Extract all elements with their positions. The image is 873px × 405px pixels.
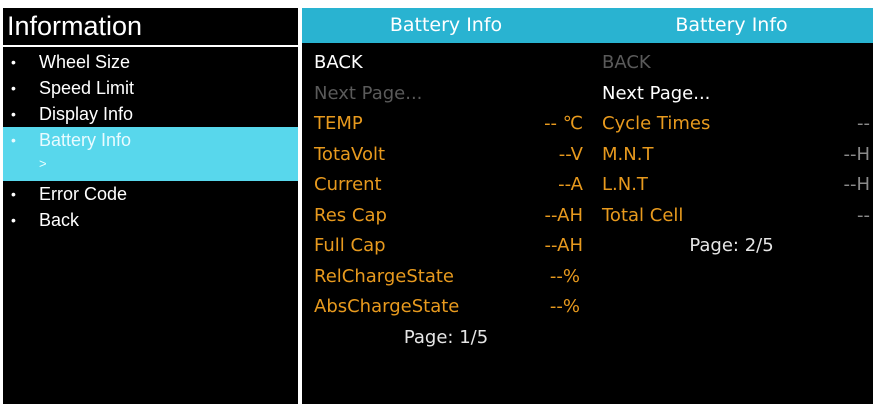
bullet-icon: • bbox=[11, 186, 16, 202]
back-label: BACK bbox=[602, 52, 651, 73]
information-menu: • Wheel Size • Speed Limit • Display Inf… bbox=[3, 49, 298, 233]
info-value: --H bbox=[843, 174, 870, 195]
page-header: Battery Info bbox=[590, 8, 873, 43]
info-label: L.N.T bbox=[602, 174, 648, 195]
info-row-temp: TEMP -- ℃ bbox=[302, 109, 590, 140]
battery-rows: BACK Next Page... Cycle Times -- M.N.T -… bbox=[590, 43, 873, 261]
info-row-mnt: M.N.T --H bbox=[590, 140, 873, 171]
bullet-icon: • bbox=[11, 212, 16, 228]
battery-rows: BACK Next Page... TEMP -- ℃ TotaVolt --V… bbox=[302, 43, 590, 353]
next-page-label: Next Page... bbox=[602, 82, 711, 104]
menu-item-speed-limit[interactable]: • Speed Limit bbox=[3, 75, 298, 101]
menu-item-battery-info[interactable]: • Battery Info > bbox=[3, 127, 298, 181]
menu-item-label: Back bbox=[39, 210, 80, 230]
info-label: TEMP bbox=[314, 113, 363, 134]
bullet-icon: • bbox=[11, 80, 16, 96]
info-row-abschargestate: AbsChargeState --% bbox=[302, 292, 590, 323]
bullet-icon: • bbox=[11, 132, 16, 148]
information-title: Information bbox=[3, 8, 298, 47]
bullet-icon: • bbox=[11, 54, 16, 70]
info-label: Full Cap bbox=[314, 235, 386, 256]
info-value: --% bbox=[549, 296, 580, 317]
info-value: --% bbox=[549, 265, 580, 287]
page-header: Battery Info bbox=[302, 8, 590, 43]
info-label: M.N.T bbox=[602, 143, 654, 165]
menu-item-error-code[interactable]: • Error Code bbox=[3, 181, 298, 207]
info-row-res-cap: Res Cap --AH bbox=[302, 201, 590, 232]
menu-item-display-info[interactable]: • Display Info bbox=[3, 101, 298, 127]
back-button[interactable]: BACK bbox=[590, 48, 873, 79]
chevron-right-icon: > bbox=[39, 156, 47, 171]
page-indicator: Page: 2/5 bbox=[689, 235, 774, 256]
menu-item-back[interactable]: • Back bbox=[3, 207, 298, 233]
info-label: Current bbox=[314, 174, 382, 195]
info-row-total-cell: Total Cell -- bbox=[590, 201, 873, 232]
info-label: AbsChargeState bbox=[314, 296, 460, 317]
info-value: -- bbox=[857, 204, 870, 226]
info-row-full-cap: Full Cap --AH bbox=[302, 231, 590, 262]
info-value: --V bbox=[558, 143, 583, 165]
next-page-button[interactable]: Next Page... bbox=[302, 79, 590, 110]
information-panel: Information • Wheel Size • Speed Limit •… bbox=[3, 8, 298, 404]
back-button[interactable]: BACK bbox=[302, 48, 590, 79]
next-page-button[interactable]: Next Page... bbox=[590, 79, 873, 110]
menu-item-label: Wheel Size bbox=[39, 52, 131, 72]
bullet-icon: • bbox=[11, 106, 16, 122]
menu-item-wheel-size[interactable]: • Wheel Size bbox=[3, 49, 298, 75]
info-label: Cycle Times bbox=[602, 113, 711, 134]
info-value: --A bbox=[558, 174, 583, 195]
info-value: -- ℃ bbox=[544, 113, 583, 134]
info-row-lnt: L.N.T --H bbox=[590, 170, 873, 201]
menu-item-label: Display Info bbox=[39, 104, 134, 124]
info-label: RelChargeState bbox=[314, 265, 455, 287]
info-label: Res Cap bbox=[314, 204, 387, 226]
menu-item-label: Error Code bbox=[39, 184, 128, 204]
back-label: BACK bbox=[314, 52, 363, 73]
info-label: TotaVolt bbox=[314, 143, 386, 165]
page-indicator: Page: 1/5 bbox=[403, 326, 489, 348]
next-page-label: Next Page... bbox=[314, 82, 423, 104]
info-row-totavolt: TotaVolt --V bbox=[302, 140, 590, 171]
battery-info-page-1: Battery Info BACK Next Page... TEMP -- ℃… bbox=[302, 8, 590, 404]
info-row-current: Current --A bbox=[302, 170, 590, 201]
info-value: --AH bbox=[544, 235, 583, 256]
battery-info-page-2: Battery Info BACK Next Page... Cycle Tim… bbox=[590, 8, 873, 404]
info-value: --AH bbox=[544, 204, 583, 226]
menu-item-label: Speed Limit bbox=[39, 78, 135, 98]
info-label: Total Cell bbox=[602, 204, 684, 226]
info-row-cycle-times: Cycle Times -- bbox=[590, 109, 873, 140]
info-row-relchargestate: RelChargeState --% bbox=[302, 262, 590, 293]
menu-item-label: Battery Info bbox=[39, 130, 132, 150]
info-value: --H bbox=[843, 143, 870, 165]
info-value: -- bbox=[857, 113, 870, 134]
